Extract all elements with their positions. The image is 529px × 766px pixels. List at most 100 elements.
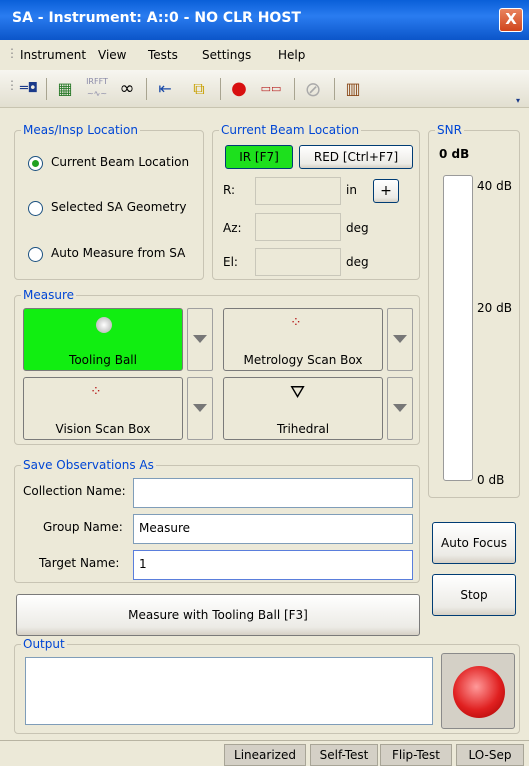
collection-name-label: Collection Name: (23, 484, 126, 498)
measure-label: Measure (21, 288, 76, 302)
vision-scan-dropdown[interactable] (187, 377, 213, 440)
home-arrow-icon[interactable]: ⇤ (152, 76, 178, 102)
az-unit: deg (346, 221, 369, 235)
battery-icon[interactable]: ▭▭ (258, 76, 284, 102)
tooling-ball-button[interactable]: Tooling Ball (23, 308, 183, 371)
snr-tick-40: 40 dB (477, 179, 512, 193)
output-group: Output (14, 637, 520, 734)
close-button[interactable]: X (499, 8, 523, 32)
toolbar-separator (294, 78, 295, 100)
dropdown-arrow-icon (393, 335, 407, 343)
az-field (255, 213, 341, 241)
radio-selected-geometry-label: Selected SA Geometry (51, 200, 187, 214)
toolbar-separator (334, 78, 335, 100)
snr-group: SNR 0 dB 40 dB 20 dB 0 dB (428, 123, 520, 498)
el-field (255, 248, 341, 276)
toolbar-separator (220, 78, 221, 100)
output-box[interactable] (25, 657, 433, 725)
menu-grip: ⋮ (6, 46, 18, 60)
toolbar-overflow-icon[interactable]: ▾ (516, 96, 520, 105)
metrology-scan-box-button[interactable]: ⁘ Metrology Scan Box (223, 308, 383, 371)
dropdown-arrow-icon (193, 335, 207, 343)
instrument-chip-icon[interactable]: ▦ (52, 76, 78, 102)
group-name-label: Group Name: (43, 520, 123, 534)
measure-with-button[interactable]: Measure with Tooling Ball [F3] (16, 594, 420, 636)
irfft-icon[interactable]: IRFFT ~∿~ (84, 76, 110, 102)
output-label: Output (21, 637, 67, 651)
save-as-label: Save Observations As (21, 458, 156, 472)
menu-settings[interactable]: Settings (202, 48, 251, 62)
status-bar: Linearized Self-Test Flip-Test LO-Sep (0, 740, 529, 766)
meas-location-group: Meas/Insp Location Current Beam Location… (14, 123, 204, 280)
dropdown-arrow-icon (193, 404, 207, 412)
toolbar-separator (146, 78, 147, 100)
meas-location-label: Meas/Insp Location (21, 123, 140, 137)
radio-auto-measure-label: Auto Measure from SA (51, 246, 186, 260)
tooling-ball-label: Tooling Ball (69, 353, 137, 367)
vision-scan-icon: ⁘ (90, 384, 102, 400)
tv-target-icon[interactable]: ● (226, 76, 252, 102)
snr-tick-0: 0 dB (477, 473, 505, 487)
dropdown-arrow-icon (393, 404, 407, 412)
el-unit: deg (346, 255, 369, 269)
window-title: SA - Instrument: A::0 - NO CLR HOST (12, 10, 301, 26)
tooling-ball-dropdown[interactable] (187, 308, 213, 371)
menu-instrument[interactable]: Instrument (20, 48, 86, 62)
toolbar: ⋮ ═◘ ▦ IRFFT ~∿~ ∞ ⇤ ⧉ ● ▭▭ ⊘ ▥ ▾ (0, 70, 529, 108)
menu-tests[interactable]: Tests (148, 48, 178, 62)
windows-icon[interactable]: ⧉ (186, 76, 212, 102)
r-field (255, 177, 341, 205)
group-name-input[interactable]: Measure (133, 514, 413, 544)
target-name-input[interactable]: 1 (133, 550, 413, 580)
radio-auto-measure[interactable] (28, 247, 43, 262)
title-bar: SA - Instrument: A::0 - NO CLR HOST X (0, 0, 529, 40)
radio-selected-geometry[interactable] (28, 201, 43, 216)
snr-meter (443, 175, 473, 481)
connect-icon[interactable]: ═◘ (16, 76, 42, 102)
status-self-test: Self-Test (310, 744, 378, 766)
radio-current-beam-label: Current Beam Location (51, 155, 190, 169)
status-light-icon (453, 666, 505, 718)
plus-button[interactable]: + (373, 179, 399, 203)
menu-bar: ⋮ Instrument View Tests Settings Help (0, 40, 529, 70)
status-flip-test: Flip-Test (380, 744, 452, 766)
r-label: R: (223, 183, 236, 197)
target-name-label: Target Name: (39, 556, 120, 570)
snr-value: 0 dB (439, 147, 470, 161)
toolbar-separator (46, 78, 47, 100)
red-button[interactable]: RED [Ctrl+F7] (299, 145, 413, 169)
measure-group: Measure Tooling Ball ⁘ Metrology Scan Bo… (14, 288, 420, 445)
stop-button[interactable]: Stop (432, 574, 516, 616)
radio-current-beam[interactable] (28, 156, 43, 171)
status-lo-sep: LO-Sep (456, 744, 524, 766)
save-as-group: Save Observations As Collection Name: Gr… (14, 458, 420, 583)
trihedral-icon: ⛛ (290, 382, 306, 403)
az-label: Az: (223, 221, 242, 235)
tooling-ball-icon (96, 317, 112, 333)
vision-scan-box-button[interactable]: ⁘ Vision Scan Box (23, 377, 183, 440)
beam-location-group: Current Beam Location IR [F7] RED [Ctrl+… (212, 123, 420, 280)
snr-tick-20: 20 dB (477, 301, 512, 315)
binoculars-icon[interactable]: ∞ (114, 76, 140, 102)
status-linearized: Linearized (224, 744, 306, 766)
panel-icon[interactable]: ▥ (340, 76, 366, 102)
beam-location-label: Current Beam Location (219, 123, 362, 137)
menu-view[interactable]: View (98, 48, 126, 62)
disabled-circle-icon: ⊘ (304, 77, 322, 101)
r-unit: in (346, 183, 357, 197)
metrology-scan-dropdown[interactable] (387, 308, 413, 371)
collection-name-input[interactable] (133, 478, 413, 508)
snr-label: SNR (435, 123, 464, 137)
auto-focus-button[interactable]: Auto Focus (432, 522, 516, 564)
irfft-label: IRFFT (86, 77, 108, 86)
trihedral-button[interactable]: ⛛ Trihedral (223, 377, 383, 440)
menu-help[interactable]: Help (278, 48, 305, 62)
vision-scan-box-label: Vision Scan Box (55, 422, 151, 436)
metrology-scan-box-label: Metrology Scan Box (243, 353, 363, 367)
trihedral-label: Trihedral (276, 422, 330, 436)
status-light-panel (441, 653, 515, 729)
el-label: El: (223, 255, 238, 269)
trihedral-dropdown[interactable] (387, 377, 413, 440)
ir-button[interactable]: IR [F7] (225, 145, 293, 169)
metrology-scan-icon: ⁘ (290, 315, 302, 331)
